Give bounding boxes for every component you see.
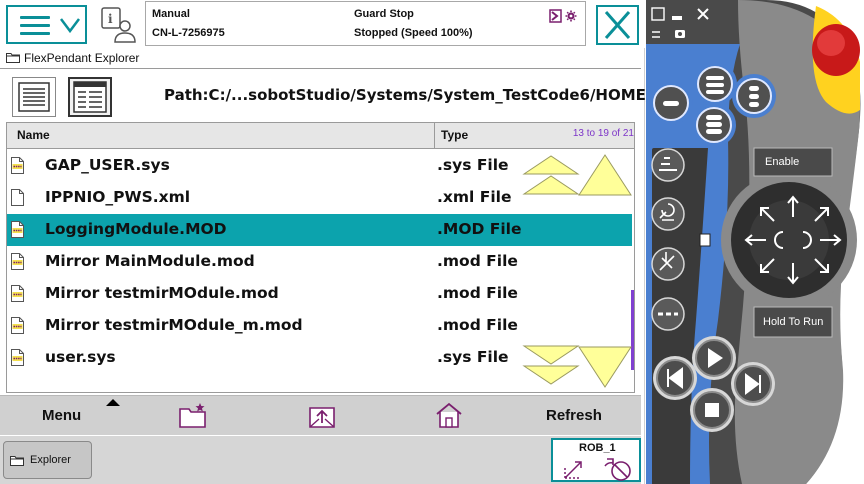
mod-file-icon (11, 253, 24, 270)
scroll-up-button[interactable] (578, 154, 632, 196)
list-view-icon (18, 82, 50, 112)
details-view-icon (73, 81, 107, 113)
taskbar-explorer[interactable]: Explorer (3, 441, 92, 479)
svg-text:i: i (108, 12, 113, 26)
operating-mode: Manual (152, 8, 190, 20)
command-bar: Menu Refresh (0, 395, 641, 435)
file-type: .MOD File (437, 220, 522, 238)
app-title-row: FlexPendant Explorer (0, 49, 645, 68)
task-status-icon (549, 9, 577, 23)
mod-file-icon (11, 317, 24, 334)
new-folder-button[interactable] (178, 401, 208, 429)
controller-state: Guard Stop (354, 8, 414, 20)
abb-menu-button[interactable] (6, 5, 87, 44)
mechanical-unit-label: ROB_1 (579, 442, 616, 454)
file-name: user.sys (45, 348, 116, 366)
hamburger-icon (20, 16, 50, 35)
status-bar[interactable]: Manual CN-L-7256975 Guard Stop Stopped (… (145, 1, 586, 46)
sys-file-icon (11, 157, 24, 174)
close-icon (604, 11, 631, 39)
quickset-button[interactable]: ROB_1 (551, 438, 641, 482)
file-type: .sys File (437, 348, 509, 366)
sys-file-icon (11, 349, 24, 366)
list-view-button[interactable] (12, 77, 56, 117)
menu-button[interactable]: Menu (42, 407, 81, 424)
item-range-counter: 13 to 19 of 21 (572, 128, 634, 139)
table-row[interactable]: LoggingModule.MOD .MOD File (7, 214, 632, 246)
file-name: Mirror MainModule.mod (45, 252, 255, 270)
scroll-down-buttons (522, 345, 632, 388)
page-up-button[interactable] (522, 155, 580, 195)
column-header-name[interactable]: Name (17, 128, 50, 142)
top-bar: i Manual CN-L-7256975 Guard Stop Stopped… (0, 0, 645, 48)
file-name: Mirror testmirMOdule_m.mod (45, 316, 303, 334)
menu-up-arrow-icon (106, 399, 120, 406)
file-type: .sys File (437, 156, 509, 174)
current-path: Path:C:/...sobotStudio/Systems/System_Te… (164, 86, 652, 104)
file-name: Mirror testmirMOdule.mod (45, 284, 279, 302)
file-name: GAP_USER.sys (45, 156, 170, 174)
chevron-down-icon (60, 18, 80, 34)
home-button[interactable] (434, 401, 464, 429)
scroll-down-button[interactable] (578, 346, 632, 388)
table-header: Name Type 13 to 19 of 21 (7, 123, 634, 149)
enable-button[interactable]: Enable (765, 156, 799, 168)
close-button[interactable] (596, 5, 639, 45)
file-icon (11, 189, 24, 206)
details-view-button[interactable] (68, 77, 112, 117)
refresh-button[interactable]: Refresh (546, 407, 602, 424)
column-divider[interactable] (434, 123, 435, 149)
file-name: LoggingModule.MOD (45, 220, 227, 238)
hold-to-run-button[interactable]: Hold To Run (763, 316, 823, 328)
file-type: .mod File (437, 252, 518, 270)
mod-file-icon (11, 221, 24, 238)
taskbar-explorer-label: Explorer (30, 454, 71, 466)
divider (0, 68, 641, 69)
page-down-button[interactable] (522, 345, 580, 385)
program-state: Stopped (Speed 100%) (354, 27, 473, 39)
file-name: IPPNIO_PWS.xml (45, 188, 191, 206)
mod-file-icon (11, 285, 24, 302)
file-type: .mod File (437, 284, 518, 302)
jog-mode-icon (564, 458, 631, 481)
up-one-level-button[interactable] (307, 401, 337, 429)
flexpendant-device: Enable Hold To Run (646, 0, 864, 484)
file-type: .mod File (437, 316, 518, 334)
taskbar: Explorer ROB_1 (0, 436, 641, 484)
file-table: Name Type 13 to 19 of 21 GAP_USER.sys .sy… (6, 122, 635, 393)
flexpendant-screen: i Manual CN-L-7256975 Guard Stop Stopped… (0, 0, 651, 484)
table-row[interactable]: Mirror MainModule.mod .mod File (7, 246, 632, 278)
folder-icon (6, 53, 20, 63)
scroll-up-buttons (522, 154, 632, 196)
table-row[interactable]: Mirror testmirMOdule_m.mod .mod File (7, 310, 632, 342)
app-title: FlexPendant Explorer (24, 51, 140, 65)
column-header-type[interactable]: Type (441, 128, 468, 142)
folder-icon (10, 456, 24, 466)
operator-window-icon[interactable]: i (100, 6, 138, 44)
controller-name: CN-L-7256975 (152, 27, 225, 39)
table-row[interactable]: Mirror testmirMOdule.mod .mod File (7, 278, 632, 310)
file-type: .xml File (437, 188, 512, 206)
